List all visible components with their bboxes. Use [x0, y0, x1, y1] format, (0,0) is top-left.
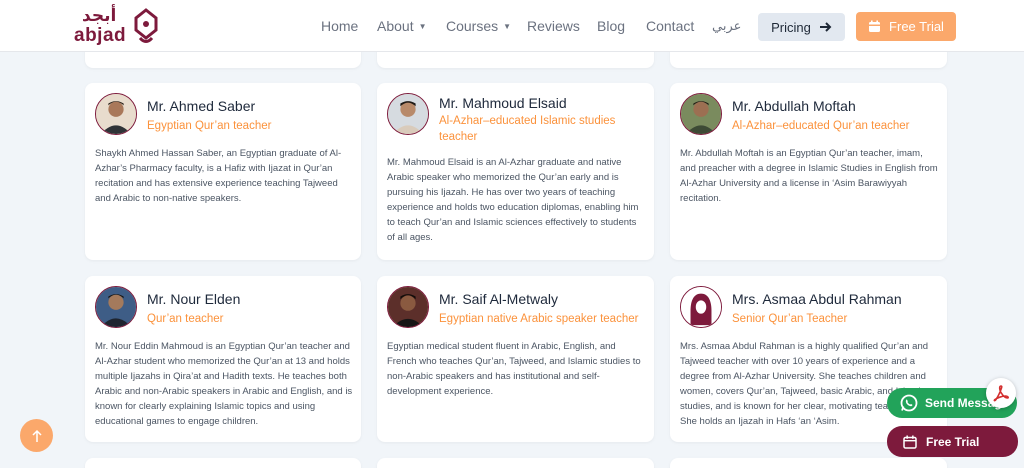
pdf-icon — [993, 385, 1009, 402]
logo-arabic-text: أبجد — [82, 6, 117, 25]
arrow-right-icon — [819, 22, 832, 32]
female-avatar-icon — [681, 287, 721, 327]
teacher-role: Egyptian native Arabic speaker teacher — [439, 313, 639, 325]
logo-mark-icon — [134, 8, 158, 43]
pdf-download-button[interactable] — [986, 378, 1016, 408]
whatsapp-icon — [900, 394, 918, 412]
nav-blog[interactable]: Blog — [597, 18, 625, 34]
teacher-card: Mr. Mahmoud Elsaid Al-Azhar–educated Isl… — [377, 83, 654, 260]
nav-about-label: About — [377, 18, 414, 34]
person-icon — [388, 287, 428, 327]
teacher-avatar — [95, 286, 137, 328]
nav-arabic-label: عربي — [712, 18, 742, 33]
nav-contact-label: Contact — [646, 18, 695, 34]
teacher-name: Mr. Saif Al-Metwaly — [439, 291, 559, 307]
pricing-button[interactable]: Pricing — [758, 13, 845, 41]
teacher-card: Mr. Saif Al-Metwaly Egyptian native Arab… — [377, 276, 654, 442]
nav-about[interactable]: About ▼ — [377, 18, 427, 34]
teacher-card-partial — [85, 458, 361, 468]
teacher-name: Mr. Nour Elden — [147, 291, 241, 307]
pricing-label: Pricing — [771, 19, 811, 35]
caret-down-icon: ▼ — [503, 22, 512, 31]
person-icon — [96, 287, 136, 327]
nav-home[interactable]: Home — [321, 18, 358, 34]
teacher-avatar — [680, 286, 722, 328]
teacher-role: Al-Azhar–educated Islamic studies teache… — [439, 115, 616, 143]
teacher-role: Egyptian Qur’an teacher — [147, 120, 272, 132]
nav-contact[interactable]: Contact — [646, 18, 694, 34]
teacher-card-partial — [670, 458, 947, 468]
teacher-bio: Mr. Abdullah Moftah is an Egyptian Qur’a… — [680, 148, 938, 204]
teacher-avatar — [95, 93, 137, 135]
teacher-role: Al-Azhar–educated Qur’an teacher — [732, 120, 910, 132]
teacher-avatar — [387, 93, 429, 135]
scroll-to-top-button[interactable] — [20, 419, 53, 452]
teacher-card-partial — [377, 458, 654, 468]
free-trial-float-label: Free Trial — [926, 434, 980, 449]
free-trial-floating-button[interactable]: Free Trial — [887, 426, 1018, 457]
teacher-card: Mr. Abdullah Moftah Al-Azhar–educated Qu… — [670, 83, 947, 260]
teacher-name: Mrs. Asmaa Abdul Rahman — [732, 291, 902, 307]
teacher-avatar — [387, 286, 429, 328]
calendar-icon — [903, 435, 917, 449]
person-icon — [681, 94, 721, 134]
nav-blog-label: Blog — [597, 18, 626, 34]
nav-arabic-language[interactable]: عربي — [712, 18, 741, 34]
nav-reviews-label: Reviews — [527, 18, 580, 34]
teacher-role: Qur’an teacher — [147, 313, 224, 325]
person-icon — [388, 94, 428, 134]
teacher-name: Mr. Ahmed Saber — [147, 98, 256, 114]
calendar-icon — [869, 20, 881, 32]
nav-courses-label: Courses — [446, 18, 499, 34]
logo-text: abjad — [74, 25, 127, 46]
arrow-up-icon — [31, 429, 42, 442]
nav-home-label: Home — [321, 18, 359, 34]
site-header: أبجد abjad Home About ▼ Courses ▼ Reviews … — [0, 0, 1024, 52]
caret-down-icon: ▼ — [418, 22, 427, 31]
teacher-card: Mr. Ahmed Saber Egyptian Qur’an teacher … — [85, 83, 361, 260]
teacher-bio: Mr. Mahmoud Elsaid is an Al-Azhar gradua… — [387, 157, 639, 243]
teacher-card: Mr. Nour Elden Qur’an teacher Mr. Nour E… — [85, 276, 361, 442]
free-trial-label: Free Trial — [889, 19, 944, 34]
teacher-bio: Shaykh Ahmed Hassan Saber, an Egyptian g… — [95, 148, 342, 204]
teacher-bio: Mr. Nour Eddin Mahmoud is an Egyptian Qu… — [95, 341, 353, 427]
person-icon — [96, 94, 136, 134]
teacher-avatar — [680, 93, 722, 135]
teacher-role: Senior Qur’an Teacher — [732, 313, 848, 325]
abjad-logo[interactable]: أبجد abjad — [74, 6, 164, 48]
teacher-bio: Egyptian medical student fluent in Arabi… — [387, 341, 641, 397]
nav-courses[interactable]: Courses ▼ — [446, 18, 511, 34]
nav-reviews[interactable]: Reviews — [527, 18, 580, 34]
teacher-name: Mr. Mahmoud Elsaid — [439, 95, 567, 111]
teacher-name: Mr. Abdullah Moftah — [732, 98, 856, 114]
free-trial-button[interactable]: Free Trial — [856, 12, 956, 41]
